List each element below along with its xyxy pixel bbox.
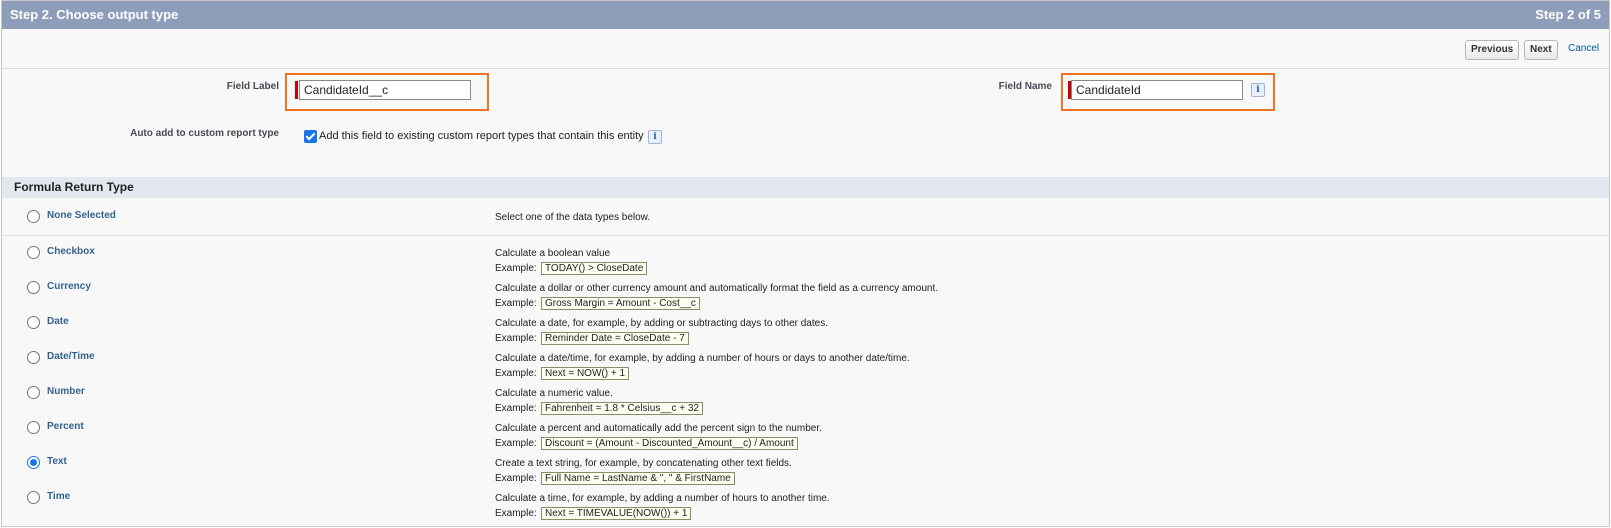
radio-datetime[interactable] bbox=[27, 351, 40, 364]
radio-number[interactable] bbox=[27, 386, 40, 399]
option-label: Currency bbox=[47, 281, 91, 292]
option-description: Calculate a date/time, for example, by a… bbox=[495, 353, 910, 364]
option-description: Calculate a dollar or other currency amo… bbox=[495, 283, 938, 294]
formula-return-type-header: Formula Return Type bbox=[2, 177, 1609, 198]
field-label-input[interactable] bbox=[299, 80, 471, 100]
field-name-label: Field Name bbox=[998, 81, 1052, 92]
field-name-input[interactable] bbox=[1071, 80, 1243, 100]
info-icon[interactable]: i bbox=[1251, 83, 1265, 97]
page-title: Step 2. Choose output type bbox=[10, 7, 179, 22]
option-label: Text bbox=[47, 456, 67, 467]
option-description: Select one of the data types below. bbox=[495, 212, 651, 223]
radio-percent[interactable] bbox=[27, 421, 40, 434]
option-label: Time bbox=[47, 491, 71, 502]
radio-checkbox[interactable] bbox=[27, 246, 40, 259]
field-label-label: Field Label bbox=[226, 81, 279, 92]
button-toolbar: Previous Next Cancel bbox=[2, 29, 1609, 69]
wizard-frame: Step 2. Choose output type Step 2 of 5 P… bbox=[1, 0, 1610, 527]
step-header: Step 2. Choose output type Step 2 of 5 bbox=[2, 1, 1609, 29]
option-description: Create a text string, for example, by co… bbox=[495, 458, 792, 469]
step-indicator: Step 2 of 5 bbox=[1535, 7, 1601, 22]
radio-currency[interactable] bbox=[27, 281, 40, 294]
option-description: Calculate a time, for example, by adding… bbox=[495, 493, 830, 504]
return-type-row: None Selected Select one of the data typ… bbox=[2, 198, 1609, 236]
option-label: Checkbox bbox=[47, 246, 95, 257]
return-type-row: Date/Time Calculate a date/time, for exa… bbox=[2, 341, 1609, 380]
option-label: Number bbox=[47, 386, 85, 397]
radio-date[interactable] bbox=[27, 316, 40, 329]
option-description: Calculate a boolean value bbox=[495, 248, 611, 259]
return-type-row: Checkbox Calculate a boolean value Examp… bbox=[2, 236, 1609, 275]
required-indicator bbox=[295, 81, 298, 99]
radio-time[interactable] bbox=[27, 491, 40, 504]
auto-add-checkbox[interactable] bbox=[304, 130, 317, 143]
next-button[interactable]: Next bbox=[1524, 40, 1558, 60]
auto-add-label: Auto add to custom report type bbox=[130, 128, 279, 139]
section-title: Formula Return Type bbox=[14, 180, 134, 194]
example-box: Next = TIMEVALUE(NOW()) + 1 bbox=[541, 507, 692, 520]
option-description: Calculate a percent and automatically ad… bbox=[495, 423, 822, 434]
return-type-row: Date Calculate a date, for example, by a… bbox=[2, 306, 1609, 345]
info-icon[interactable]: i bbox=[648, 130, 662, 144]
auto-add-checkbox-label: Add this field to existing custom report… bbox=[319, 130, 644, 142]
option-description: Calculate a numeric value. bbox=[495, 388, 613, 399]
radio-none-selected[interactable] bbox=[27, 210, 40, 223]
cancel-link[interactable]: Cancel bbox=[1568, 43, 1599, 54]
return-type-row: Percent Calculate a percent and automati… bbox=[2, 411, 1609, 450]
radio-text[interactable] bbox=[27, 456, 40, 469]
return-type-row: Number Calculate a numeric value. Exampl… bbox=[2, 376, 1609, 415]
option-label: Date bbox=[47, 316, 69, 327]
option-label: None Selected bbox=[47, 210, 116, 221]
previous-button[interactable]: Previous bbox=[1465, 40, 1520, 60]
example-label: Example: bbox=[495, 508, 537, 519]
option-label: Date/Time bbox=[47, 351, 95, 362]
option-description: Calculate a date, for example, by adding… bbox=[495, 318, 828, 329]
return-type-row: Time Calculate a time, for example, by a… bbox=[2, 481, 1609, 526]
return-type-row: Currency Calculate a dollar or other cur… bbox=[2, 271, 1609, 310]
return-type-row: Text Create a text string, for example, … bbox=[2, 446, 1609, 485]
option-label: Percent bbox=[47, 421, 84, 432]
